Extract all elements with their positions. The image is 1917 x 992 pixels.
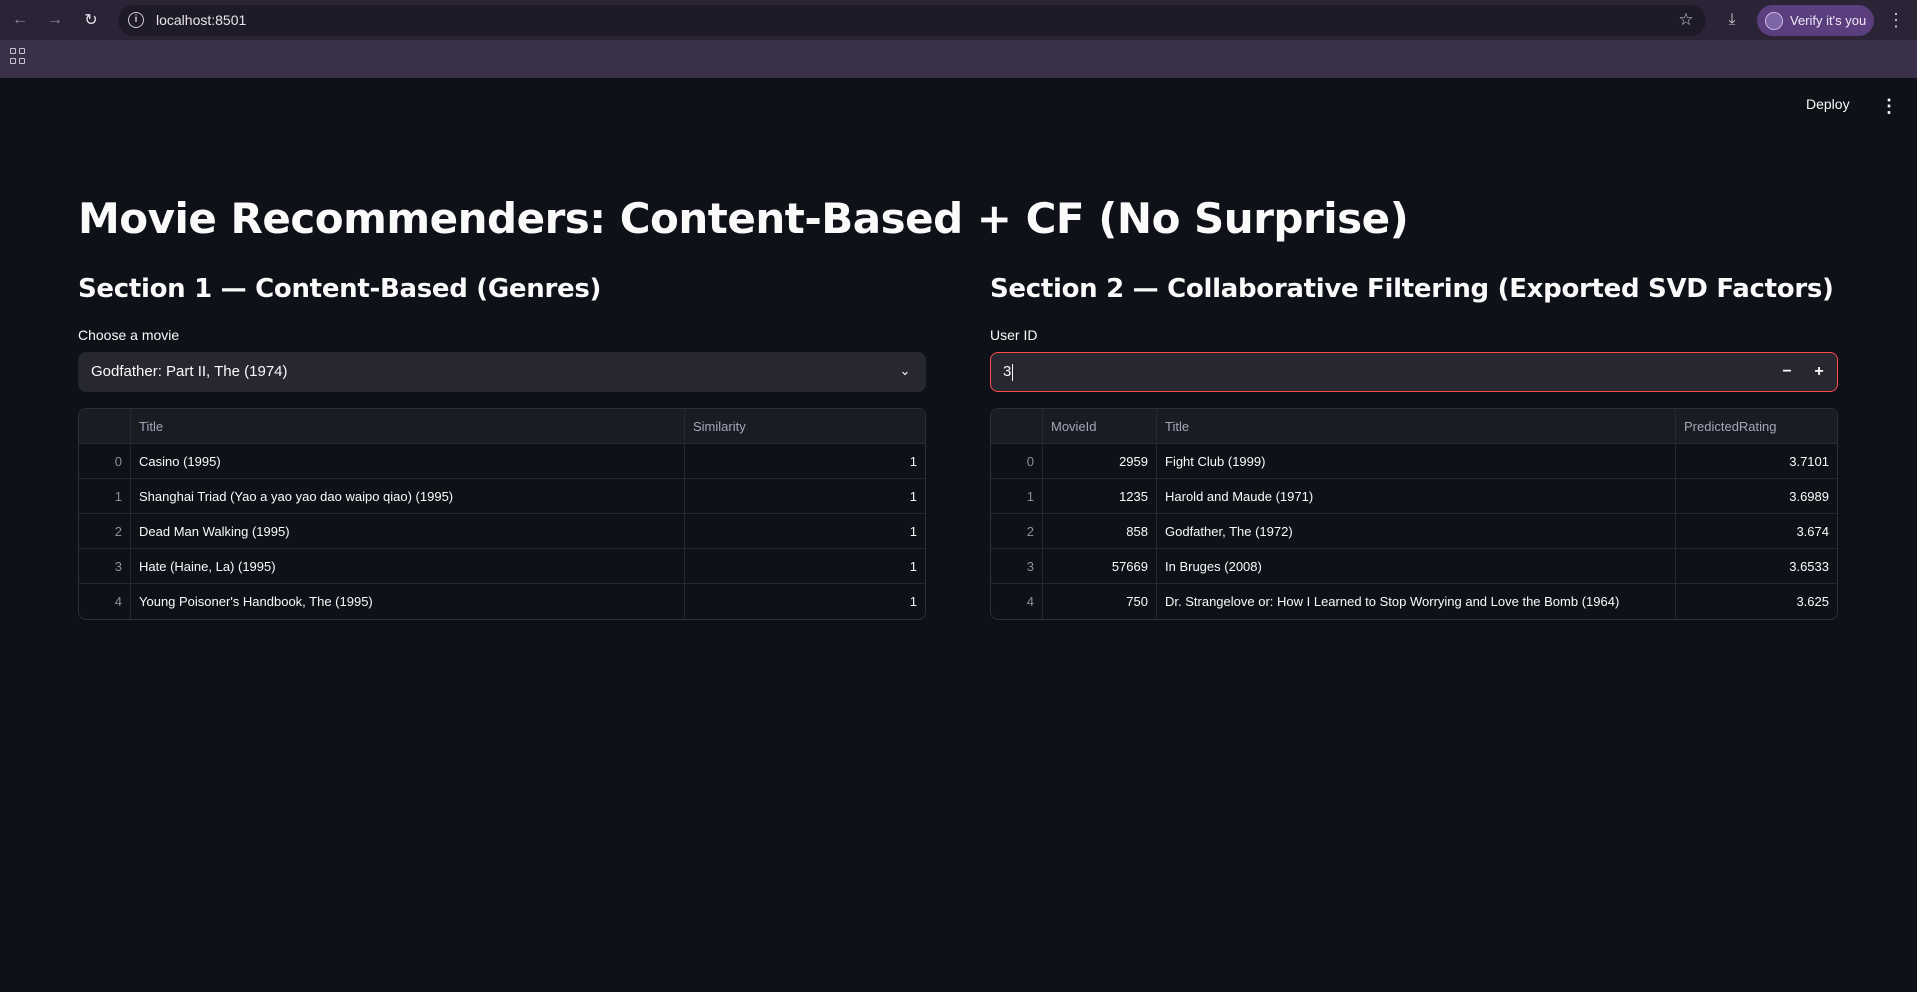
row-index: 4	[991, 584, 1043, 619]
bookmark-star-icon[interactable]: ☆	[1676, 10, 1696, 30]
section1-title: Section 1 — Content-Based (Genres)	[78, 274, 602, 304]
movieid-cell[interactable]: 858	[1043, 514, 1157, 548]
browser-toolbar: ← → ↻ i localhost:8501 ☆ ⤓ Verify it's y…	[0, 0, 1917, 40]
verify-profile-button[interactable]: Verify it's you	[1757, 5, 1874, 36]
similarity-cell[interactable]: 1	[685, 444, 925, 478]
url-text[interactable]: localhost:8501	[156, 12, 246, 28]
forward-icon[interactable]: →	[43, 8, 67, 32]
chevron-down-icon: ⌄	[899, 363, 911, 378]
site-info-icon[interactable]: i	[128, 12, 144, 28]
title-cell[interactable]: Young Poisoner's Handbook, The (1995)	[131, 584, 685, 619]
download-icon[interactable]: ⤓	[1720, 8, 1744, 32]
title-cell[interactable]: Fight Club (1999)	[1157, 444, 1676, 478]
movieid-cell[interactable]: 750	[1043, 584, 1157, 619]
index-header	[991, 409, 1043, 443]
row-index: 2	[79, 514, 131, 548]
rating-cell[interactable]: 3.6533	[1676, 549, 1837, 583]
movieid-cell[interactable]: 1235	[1043, 479, 1157, 513]
table-row[interactable]: 1 Shanghai Triad (Yao a yao yao dao waip…	[79, 479, 925, 514]
recommendation-table[interactable]: MovieId Title PredictedRating 0 2959 Fig…	[990, 408, 1838, 620]
text-caret	[1012, 363, 1014, 381]
page-title: Movie Recommenders: Content-Based + CF (…	[78, 194, 1409, 243]
section2-title: Section 2 — Collaborative Filtering (Exp…	[990, 274, 1834, 304]
title-cell[interactable]: In Bruges (2008)	[1157, 549, 1676, 583]
movie-select[interactable]: Godfather: Part II, The (1974) ⌄	[78, 352, 926, 392]
browser-menu-icon[interactable]: ⋮	[1884, 8, 1908, 32]
title-header[interactable]: Title	[1157, 409, 1676, 443]
user-id-label: User ID	[990, 327, 1038, 343]
table-header: MovieId Title PredictedRating	[991, 409, 1837, 444]
address-bar[interactable]: i localhost:8501 ☆	[118, 5, 1706, 36]
movieid-cell[interactable]: 2959	[1043, 444, 1157, 478]
movieid-cell[interactable]: 57669	[1043, 549, 1157, 583]
table-row[interactable]: 2 Dead Man Walking (1995) 1	[79, 514, 925, 549]
title-cell[interactable]: Godfather, The (1972)	[1157, 514, 1676, 548]
increment-button[interactable]: +	[1805, 358, 1833, 386]
similarity-table[interactable]: Title Similarity 0 Casino (1995) 1 1 Sha…	[78, 408, 926, 620]
user-id-text: 3	[1003, 363, 1012, 380]
title-cell[interactable]: Harold and Maude (1971)	[1157, 479, 1676, 513]
table-row[interactable]: 0 2959 Fight Club (1999) 3.7101	[991, 444, 1837, 479]
row-index: 0	[991, 444, 1043, 478]
apps-grid-icon[interactable]	[10, 48, 26, 64]
app-menu-icon[interactable]: ⋮	[1880, 96, 1898, 116]
user-id-input[interactable]: 3 − +	[990, 352, 1838, 392]
user-id-value[interactable]: 3	[1003, 363, 1014, 381]
movieid-header[interactable]: MovieId	[1043, 409, 1157, 443]
row-index: 0	[79, 444, 131, 478]
table-row[interactable]: 4 Young Poisoner's Handbook, The (1995) …	[79, 584, 925, 619]
profile-avatar	[1765, 11, 1783, 30]
rating-cell[interactable]: 3.625	[1676, 584, 1837, 619]
decrement-button[interactable]: −	[1773, 358, 1801, 386]
table-row[interactable]: 1 1235 Harold and Maude (1971) 3.6989	[991, 479, 1837, 514]
table-row[interactable]: 3 57669 In Bruges (2008) 3.6533	[991, 549, 1837, 584]
title-cell[interactable]: Dr. Strangelove or: How I Learned to Sto…	[1157, 584, 1676, 619]
title-cell[interactable]: Casino (1995)	[131, 444, 685, 478]
table-row[interactable]: 4 750 Dr. Strangelove or: How I Learned …	[991, 584, 1837, 619]
bookmarks-bar	[0, 40, 1917, 78]
verify-label: Verify it's you	[1790, 13, 1867, 28]
selected-movie: Godfather: Part II, The (1974)	[91, 363, 288, 380]
deploy-button[interactable]: Deploy	[1806, 96, 1850, 112]
row-index: 1	[79, 479, 131, 513]
similarity-header[interactable]: Similarity	[685, 409, 925, 443]
row-index: 3	[991, 549, 1043, 583]
similarity-cell[interactable]: 1	[685, 514, 925, 548]
rating-cell[interactable]: 3.674	[1676, 514, 1837, 548]
back-icon[interactable]: ←	[8, 8, 32, 32]
title-cell[interactable]: Hate (Haine, La) (1995)	[131, 549, 685, 583]
reload-icon[interactable]: ↻	[79, 8, 103, 32]
table-header: Title Similarity	[79, 409, 925, 444]
row-index: 4	[79, 584, 131, 619]
predicted-rating-header[interactable]: PredictedRating	[1676, 409, 1837, 443]
title-cell[interactable]: Dead Man Walking (1995)	[131, 514, 685, 548]
rating-cell[interactable]: 3.7101	[1676, 444, 1837, 478]
title-header[interactable]: Title	[131, 409, 685, 443]
row-index: 2	[991, 514, 1043, 548]
similarity-cell[interactable]: 1	[685, 479, 925, 513]
title-cell[interactable]: Shanghai Triad (Yao a yao yao dao waipo …	[131, 479, 685, 513]
movie-select-label: Choose a movie	[78, 327, 180, 343]
table-row[interactable]: 2 858 Godfather, The (1972) 3.674	[991, 514, 1837, 549]
table-row[interactable]: 3 Hate (Haine, La) (1995) 1	[79, 549, 925, 584]
similarity-cell[interactable]: 1	[685, 549, 925, 583]
rating-cell[interactable]: 3.6989	[1676, 479, 1837, 513]
row-index: 3	[79, 549, 131, 583]
similarity-cell[interactable]: 1	[685, 584, 925, 619]
table-row[interactable]: 0 Casino (1995) 1	[79, 444, 925, 479]
index-header	[79, 409, 131, 443]
row-index: 1	[991, 479, 1043, 513]
